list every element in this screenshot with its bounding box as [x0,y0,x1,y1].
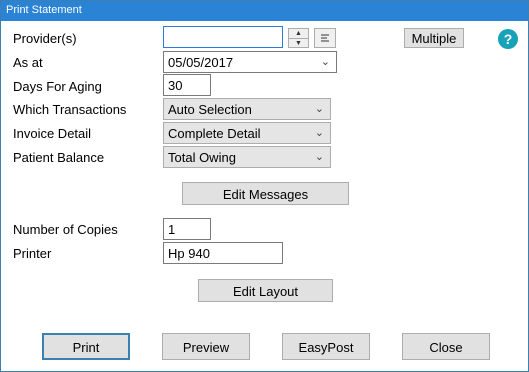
close-button[interactable]: Close [402,333,490,360]
invoice-detail-label: Invoice Detail [13,126,92,141]
spin-up-icon[interactable]: ▲ [289,29,308,39]
as-at-value: 05/05/2017 [168,55,234,70]
easypost-button[interactable]: EasyPost [282,333,370,360]
chevron-down-icon[interactable]: ⌄ [315,102,324,115]
print-statement-window: Print Statement Provider(s) ▲ ▼ Multiple… [0,0,529,372]
chevron-down-icon[interactable]: ⌄ [315,126,324,139]
help-icon[interactable]: ? [498,29,518,49]
edit-layout-button[interactable]: Edit Layout [198,279,333,302]
days-for-aging-input[interactable]: 30 [163,74,211,96]
providers-label: Provider(s) [13,31,77,46]
print-button[interactable]: Print [42,333,130,360]
as-at-label: As at [13,55,43,70]
title-bar[interactable]: Print Statement [1,1,528,21]
providers-input[interactable] [163,26,283,48]
chevron-down-icon[interactable]: ⌄ [315,150,324,163]
invoice-detail-value: Complete Detail [168,126,261,141]
patient-balance-select[interactable]: Total Owing ⌄ [163,146,331,168]
spin-down-icon[interactable]: ▼ [289,39,308,48]
multiple-button[interactable]: Multiple [404,28,464,48]
edit-messages-button[interactable]: Edit Messages [182,182,349,205]
as-at-date-picker[interactable]: 05/05/2017 ⌄ [163,51,337,73]
provider-list-button[interactable] [314,28,336,48]
window-title: Print Statement [6,4,82,16]
chevron-down-icon[interactable]: ⌄ [321,55,330,68]
which-transactions-label: Which Transactions [13,102,127,117]
number-of-copies-label: Number of Copies [13,222,118,237]
patient-balance-value: Total Owing [168,150,236,165]
number-of-copies-input[interactable]: 1 [163,218,211,240]
days-for-aging-label: Days For Aging [13,79,102,94]
providers-spinner[interactable]: ▲ ▼ [288,28,309,48]
patient-balance-label: Patient Balance [13,150,105,165]
printer-input[interactable]: Hp 940 [163,242,283,264]
invoice-detail-select[interactable]: Complete Detail ⌄ [163,122,331,144]
which-transactions-value: Auto Selection [168,102,252,117]
printer-label: Printer [13,246,52,261]
which-transactions-select[interactable]: Auto Selection ⌄ [163,98,331,120]
list-icon [321,34,329,42]
preview-button[interactable]: Preview [162,333,250,360]
